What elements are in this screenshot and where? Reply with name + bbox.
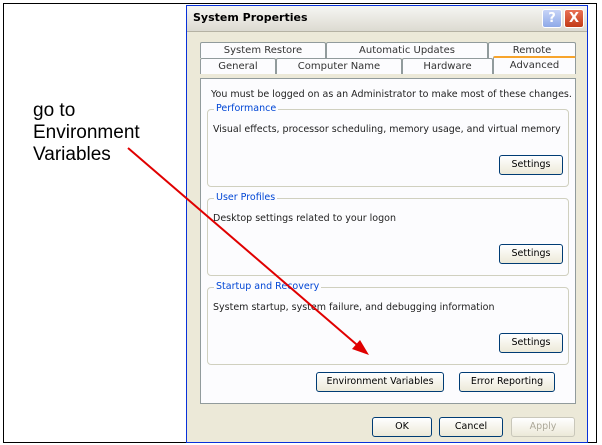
arrow-line <box>127 147 364 351</box>
tab-advanced[interactable]: Advanced <box>493 56 576 74</box>
